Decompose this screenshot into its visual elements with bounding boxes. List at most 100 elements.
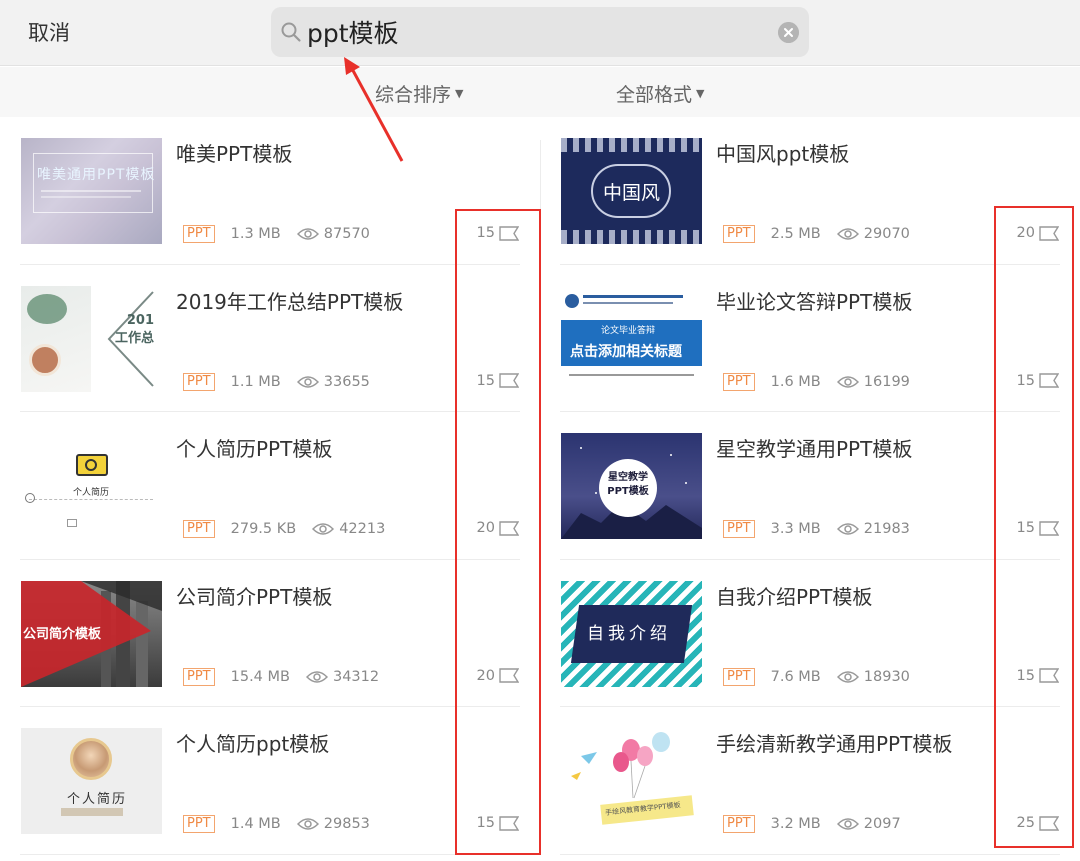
view-count: 18930 <box>863 668 910 685</box>
format-badge: PPT <box>183 520 215 539</box>
search-input[interactable] <box>307 15 747 49</box>
result-list-right: 中国风 中国风ppt模板 PPT 2.5 MB 29070 20 论文毕业答辩 … <box>540 117 1080 855</box>
filter-bar: 综合排序 ▼ 全部格式 ▼ <box>0 67 1080 117</box>
item-meta: PPT 7.6 MB 18930 <box>723 667 910 687</box>
page-count-value: 20 <box>476 520 495 537</box>
view-count: 29853 <box>323 816 370 833</box>
page-count: 20 <box>477 520 519 536</box>
list-item[interactable]: 中国风 中国风ppt模板 PPT 2.5 MB 29070 20 <box>540 117 1080 265</box>
ticket-icon <box>1039 520 1059 536</box>
thumbnail: 手绘风教育教学PPT模板 <box>561 728 702 835</box>
item-meta: PPT 1.4 MB 29853 <box>183 814 370 834</box>
thumbnail: 自我介绍 <box>561 580 702 687</box>
page-count-value: 15 <box>476 815 495 832</box>
page-count: 20 <box>1017 225 1059 241</box>
page-count-value: 15 <box>1016 667 1035 684</box>
eye-icon <box>296 375 319 388</box>
item-meta: PPT 2.5 MB 29070 <box>723 224 910 244</box>
ticket-icon <box>499 668 519 683</box>
page-count: 15 <box>1017 520 1059 536</box>
eye-icon <box>836 375 859 388</box>
search-icon <box>281 22 301 42</box>
page-count-value: 20 <box>476 667 495 684</box>
thumbnail: 个人简历 <box>21 728 162 835</box>
file-size: 1.3 MB <box>230 226 281 242</box>
page-count: 15 <box>477 373 519 389</box>
thumbnail: 201 工作总 <box>21 285 162 392</box>
file-size: 1.6 MB <box>770 373 821 390</box>
format-badge: PPT <box>183 372 215 391</box>
page-count: 15 <box>477 225 519 241</box>
thumbnail-caption: 中国风 <box>603 182 661 204</box>
view-count: 16199 <box>863 373 910 390</box>
format-badge: PPT <box>183 815 215 834</box>
file-size: 1.1 MB <box>230 373 281 390</box>
item-title: 2019年工作总结PPT模板 <box>176 289 404 314</box>
list-item[interactable]: 个人简历 个人简历ppt模板 PPT 1.4 MB 29853 15 <box>0 707 540 855</box>
page-count-value: 15 <box>1016 520 1035 537</box>
format-badge: PPT <box>723 520 755 539</box>
ticket-icon <box>1039 668 1059 683</box>
item-title: 自我介绍PPT模板 <box>716 584 873 609</box>
result-list-left: 唯美通用PPT模板 唯美PPT模板 PPT 1.3 MB 87570 15 20… <box>0 117 540 855</box>
file-size: 1.4 MB <box>230 816 281 833</box>
format-badge: PPT <box>183 667 215 686</box>
item-title: 公司简介PPT模板 <box>176 584 333 609</box>
sort-label: 综合排序 <box>375 84 452 106</box>
thumbnail-caption: 点击添加相关标题 <box>570 343 682 360</box>
item-meta: PPT 1.6 MB 16199 <box>723 372 910 392</box>
page-count-value: 15 <box>476 225 495 241</box>
list-item[interactable]: 201 工作总 2019年工作总结PPT模板 PPT 1.1 MB 33655 … <box>0 265 540 413</box>
eye-icon <box>296 818 319 831</box>
format-label: 全部格式 <box>616 84 693 106</box>
view-count: 87570 <box>323 226 370 242</box>
thumbnail: 论文毕业答辩 点击添加相关标题 <box>561 285 702 392</box>
page-count-value: 20 <box>1016 225 1035 241</box>
thumbnail-caption: 个人简历 <box>67 792 128 808</box>
list-item[interactable]: 手绘风教育教学PPT模板 手绘清新教学通用PPT模板 PPT 3.2 MB 20… <box>540 707 1080 855</box>
eye-icon <box>296 228 319 240</box>
format-badge: PPT <box>723 815 755 834</box>
ticket-icon <box>499 225 519 241</box>
list-item[interactable]: 唯美通用PPT模板 唯美PPT模板 PPT 1.3 MB 87570 15 <box>0 117 540 265</box>
thumbnail-caption: 唯美通用PPT模板 <box>37 167 156 183</box>
ticket-icon <box>499 520 519 536</box>
list-item[interactable]: 公司简介模板 公司简介PPT模板 PPT 15.4 MB 34312 20 <box>0 560 540 708</box>
item-title: 唯美PPT模板 <box>176 142 293 166</box>
file-size: 279.5 KB <box>230 521 297 538</box>
eye-icon <box>836 228 859 240</box>
list-item[interactable]: 个人简历 个人简历PPT模板 PPT 279.5 KB 42213 20 <box>0 412 540 560</box>
format-dropdown[interactable]: 全部格式 ▼ <box>616 80 704 107</box>
ticket-icon <box>1039 816 1059 831</box>
view-count: 29070 <box>863 226 910 242</box>
item-title: 个人简历PPT模板 <box>176 437 333 462</box>
thumbnail: 中国风 <box>561 138 702 244</box>
item-meta: PPT 1.1 MB 33655 <box>183 372 370 392</box>
ticket-icon <box>1039 373 1059 388</box>
format-badge: PPT <box>723 667 755 686</box>
thumbnail-caption: 公司简介模板 <box>23 626 102 642</box>
file-size: 7.6 MB <box>770 668 821 685</box>
list-item[interactable]: 自我介绍 自我介绍PPT模板 PPT 7.6 MB 18930 15 <box>540 560 1080 708</box>
eye-icon <box>305 671 328 683</box>
list-item[interactable]: 星空教学 PPT模板 星空教学通用PPT模板 PPT 3.3 MB 21983 … <box>540 412 1080 560</box>
item-meta: PPT 3.3 MB 21983 <box>723 519 910 539</box>
thumbnail: 个人简历 <box>21 433 162 540</box>
ticket-icon <box>1039 225 1059 241</box>
sort-dropdown[interactable]: 综合排序 ▼ <box>375 80 463 107</box>
caret-down-icon: ▼ <box>455 87 464 100</box>
list-item[interactable]: 论文毕业答辩 点击添加相关标题 毕业论文答辩PPT模板 PPT 1.6 MB 1… <box>540 265 1080 413</box>
cancel-button[interactable]: 取消 <box>28 17 70 47</box>
view-count: 2097 <box>863 816 901 833</box>
eye-icon <box>836 523 859 535</box>
item-title: 毕业论文答辩PPT模板 <box>716 289 913 314</box>
item-meta: PPT 1.3 MB 87570 <box>183 224 370 244</box>
search-box[interactable] <box>271 7 809 57</box>
view-count: 21983 <box>863 521 910 538</box>
page-count: 15 <box>477 815 519 831</box>
page-count: 15 <box>1017 668 1059 684</box>
file-size: 15.4 MB <box>230 668 290 685</box>
page-count-value: 15 <box>1016 372 1035 389</box>
eye-icon <box>836 671 859 683</box>
clear-icon[interactable] <box>778 22 799 43</box>
